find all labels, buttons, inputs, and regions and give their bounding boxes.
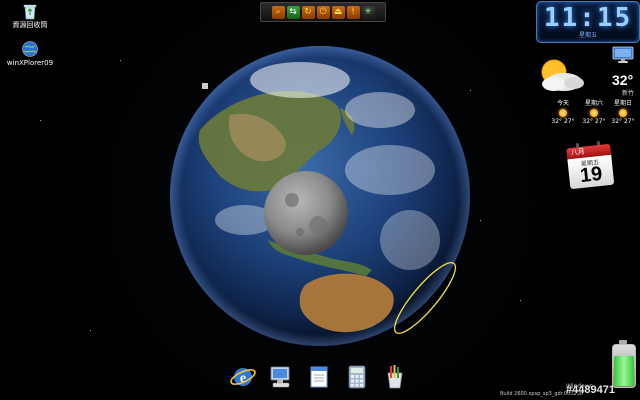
alert-icon: ! (351, 6, 355, 17)
notepad-icon (310, 366, 328, 388)
refresh-button[interactable]: ↻ (301, 5, 315, 19)
alert-button[interactable]: ! (346, 5, 360, 19)
moon-crater (285, 193, 299, 207)
internet-explorer-icon: e (230, 368, 256, 386)
recycle-bin-icon (23, 4, 37, 20)
eject-icon: ⏏ (333, 6, 343, 17)
dock-item-paint[interactable] (380, 362, 410, 392)
battery-level (614, 356, 634, 386)
forecast-temps: 32° 27° (551, 118, 575, 125)
forecast-day: 星期日 32° 27° (608, 100, 638, 126)
sun-icon (590, 109, 598, 117)
satellite-icon (202, 83, 208, 89)
partly-cloudy-icon (541, 59, 584, 91)
forecast-day-name: 星期六 (584, 100, 603, 107)
clock-gadget[interactable]: 11:15 星期五 (536, 1, 640, 43)
globe-icon (22, 41, 38, 57)
settings-button[interactable]: ✳ (361, 5, 375, 19)
quick-launch-toolbar: ⌕ ⇆ ↻ ⏻ ⏏ ! ✳ (260, 2, 386, 22)
battery-icon[interactable] (612, 344, 636, 388)
power-button[interactable]: ⏻ (316, 5, 330, 19)
moon (264, 171, 348, 255)
forecast-day-name: 今天 (556, 100, 569, 107)
settings-icon: ✳ (364, 6, 372, 17)
calculator-icon (348, 365, 366, 389)
desktop-icon-label: 資源回收筒 (12, 21, 48, 29)
weather-gadget[interactable]: 32° 新竹 今天 32° 27° 星期六 32° 27° 星期日 32° 27… (528, 54, 638, 134)
swap-icon: ⇆ (289, 6, 297, 17)
clock-weekday: 星期五 (578, 32, 597, 39)
forecast-day-name: 星期日 (613, 100, 632, 107)
refresh-icon: ↻ (304, 6, 312, 17)
swap-button[interactable]: ⇆ (286, 5, 300, 19)
calendar-gadget[interactable]: 八月 星期五 19 (566, 138, 615, 190)
search-button[interactable]: ⌕ (271, 5, 285, 19)
paint-icon (387, 365, 403, 389)
search-icon: ⌕ (275, 6, 281, 17)
my-computer-icon (270, 366, 290, 388)
sun-icon (619, 109, 627, 117)
recycle-bin-shortcut[interactable]: 資源回收筒 (1, 2, 59, 30)
forecast-day: 今天 32° 27° (548, 100, 578, 126)
forecast-day: 星期六 32° 27° (579, 100, 609, 126)
desktop-icon-label: winXPlorer09 (6, 59, 54, 67)
winxplorer-shortcut[interactable]: winXPlorer09 (1, 40, 59, 68)
weather-location: 新竹 (622, 90, 635, 97)
moon-crater (309, 216, 327, 234)
watermark-text: #4489471 (566, 384, 615, 396)
dock-item-internet-explorer[interactable]: e (228, 362, 258, 392)
forecast-temps: 32° 27° (582, 118, 606, 125)
power-icon: ⏻ (319, 6, 327, 17)
sun-icon (559, 109, 567, 117)
moon-crater (296, 228, 304, 236)
forecast-temps: 32° 27° (611, 118, 635, 125)
clock-time: 11:15 (543, 3, 633, 33)
calendar-day: 19 (578, 162, 604, 188)
dock-item-notepad[interactable] (304, 362, 334, 392)
desktop: 資源回收筒 winXPlorer09 ⌕ ⇆ ↻ ⏻ ⏏ ! ✳ 11:15 星… (0, 0, 640, 400)
eject-button[interactable]: ⏏ (331, 5, 345, 19)
calendar-page: 星期五 19 (567, 154, 615, 190)
dock-item-calculator[interactable] (342, 362, 372, 392)
weather-temperature: 32° (612, 72, 634, 88)
dock-item-my-computer[interactable] (266, 362, 296, 392)
dock-bar: e (222, 360, 418, 396)
